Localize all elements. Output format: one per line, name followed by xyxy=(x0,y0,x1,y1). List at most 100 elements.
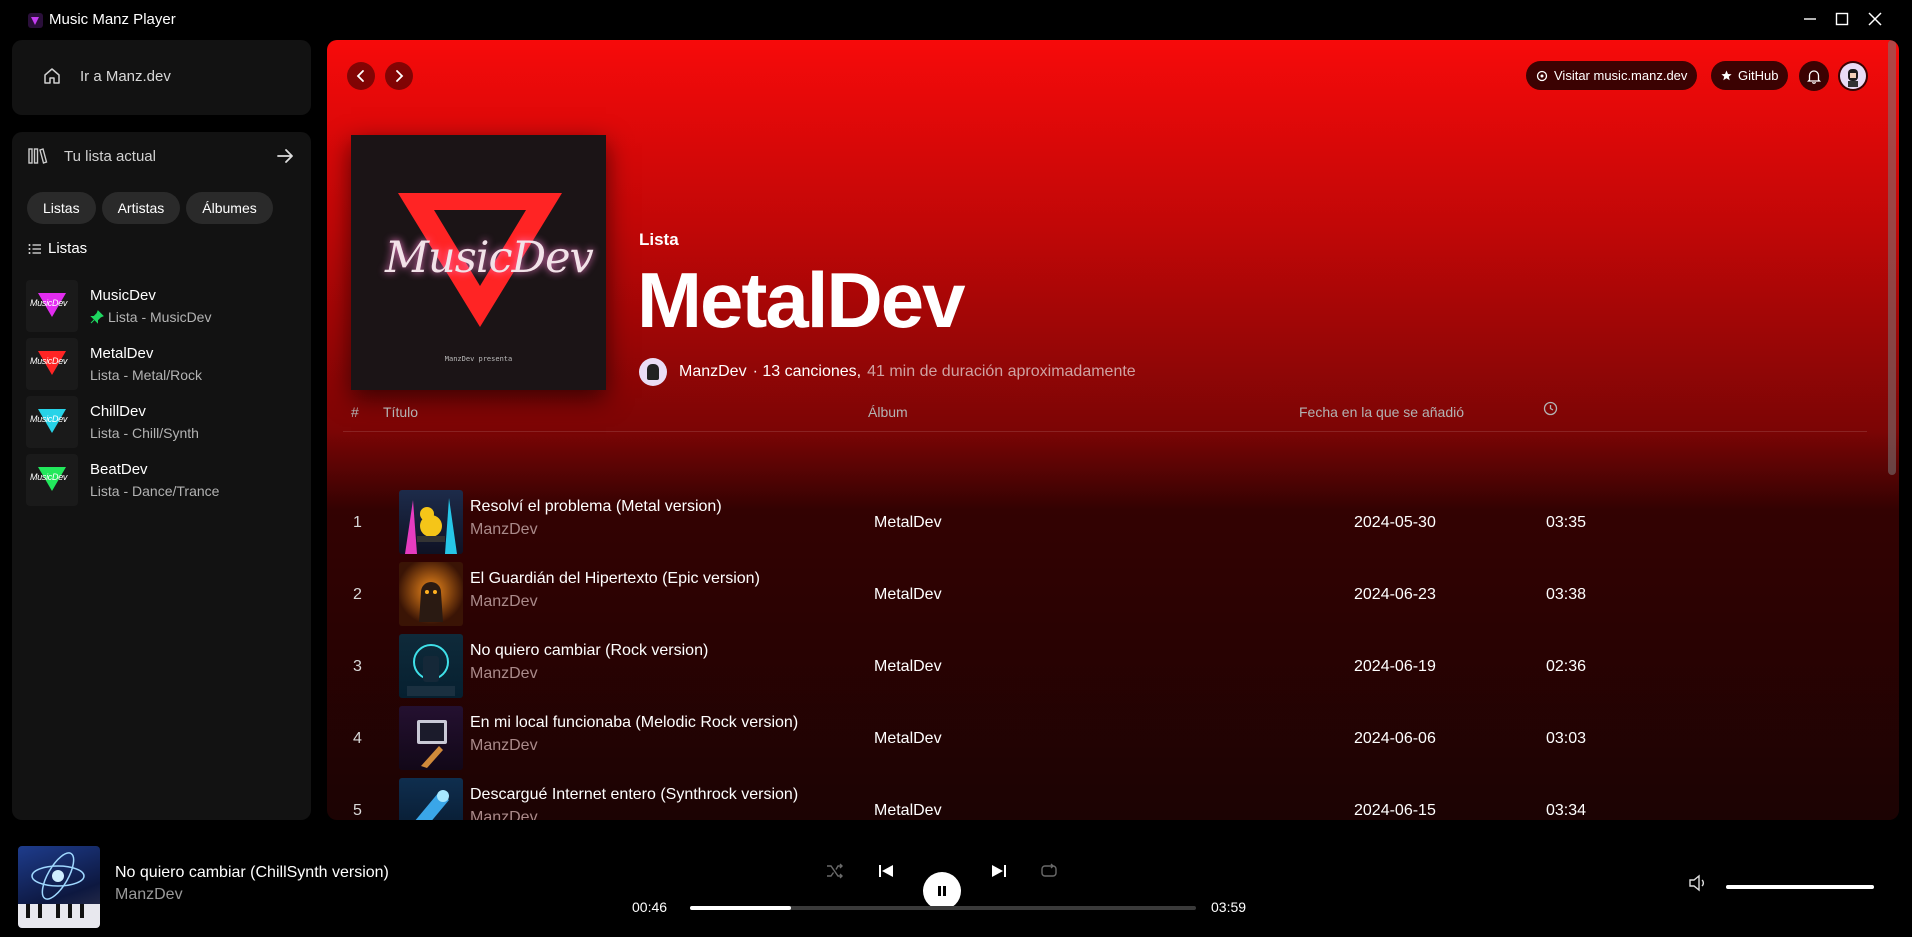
col-title: Título xyxy=(383,404,419,420)
playlist-cover: MusicDev xyxy=(26,396,78,448)
playlist-name: MusicDev xyxy=(90,287,156,304)
track-date-added: 2024-05-30 xyxy=(1354,514,1436,531)
target-icon xyxy=(1536,70,1548,81)
library-header: Tu lista actual xyxy=(28,146,295,166)
track-row[interactable]: 4 En mi local funcionaba (Melodic Rock v… xyxy=(343,706,1867,770)
next-button[interactable] xyxy=(990,862,1008,880)
playlist-title: MetalDev xyxy=(637,256,965,344)
col-number: # xyxy=(351,404,359,420)
track-date-added: 2024-06-19 xyxy=(1354,658,1436,675)
repeat-button[interactable] xyxy=(1040,862,1058,880)
back-button[interactable] xyxy=(347,62,375,90)
github-button[interactable]: GitHub xyxy=(1711,61,1789,90)
track-row[interactable]: 2 El Guardián del Hipertexto (Epic versi… xyxy=(343,562,1867,626)
lists-section-label: Listas xyxy=(28,240,87,257)
track-duration: 03:03 xyxy=(1546,730,1587,747)
playlist-cover: MusicDev xyxy=(26,454,78,506)
minimize-button[interactable] xyxy=(1795,6,1825,32)
maximize-button[interactable] xyxy=(1827,6,1857,32)
chevron-right-icon xyxy=(396,70,404,82)
main-scrollbar[interactable] xyxy=(1888,40,1896,475)
playlist-item-chilldev[interactable]: MusicDev ChillDev Lista - Chill/Synth xyxy=(26,393,301,451)
track-artist[interactable]: ManzDev xyxy=(470,809,538,820)
track-duration: 03:38 xyxy=(1546,586,1587,603)
track-row[interactable]: 3 No quiero cambiar (Rock version) ManzD… xyxy=(343,634,1867,698)
track-number: 3 xyxy=(353,658,362,675)
avatar-icon xyxy=(1840,63,1866,89)
play-pause-button[interactable] xyxy=(923,872,961,910)
volume-button[interactable] xyxy=(1688,874,1708,892)
track-row[interactable]: 5 Descargué Internet entero (Synthrock v… xyxy=(343,778,1867,820)
now-playing-cover xyxy=(18,846,100,928)
track-album[interactable]: MetalDev xyxy=(874,730,942,748)
track-title: No quiero cambiar (Rock version) xyxy=(470,642,709,659)
playlist-name: MetalDev xyxy=(90,345,154,362)
playlist-item-metaldev[interactable]: MusicDev MetalDev Lista - Metal/Rock xyxy=(26,335,301,393)
playlist-meta: ManzDev · 13 canciones, 41 min de duraci… xyxy=(639,358,1136,386)
track-artist[interactable]: ManzDev xyxy=(470,665,538,683)
chip-artistas[interactable]: Artistas xyxy=(101,192,181,224)
track-date-added: 2024-06-23 xyxy=(1354,586,1436,603)
track-album[interactable]: MetalDev xyxy=(874,658,942,676)
shuffle-button[interactable] xyxy=(826,862,844,880)
track-title: Resolví el problema (Metal version) xyxy=(470,498,722,515)
track-artist[interactable]: ManzDev xyxy=(470,521,538,539)
playlist-subtitle: Lista - Chill/Synth xyxy=(90,425,199,441)
playlist-cover-art: MusicDev ManzDev presenta xyxy=(351,135,606,390)
tracks-table-header: # Título Álbum Fecha en la que se añadió xyxy=(343,392,1867,432)
chip-listas[interactable]: Listas xyxy=(27,192,96,224)
library-panel: Tu lista actual Listas Artistas Álbumes … xyxy=(12,132,311,820)
col-date: Fecha en la que se añadió xyxy=(1299,404,1465,420)
notifications-button[interactable] xyxy=(1799,61,1829,91)
volume-icon xyxy=(1689,874,1704,892)
pause-icon xyxy=(938,886,946,896)
visit-site-button[interactable]: Visitar music.manz.dev xyxy=(1526,61,1698,90)
repeat-icon xyxy=(1041,863,1057,877)
track-title: El Guardián del Hipertexto (Epic version… xyxy=(470,570,760,587)
track-duration: 03:34 xyxy=(1546,802,1587,819)
forward-button[interactable] xyxy=(385,62,413,90)
track-number: 2 xyxy=(353,586,362,603)
track-thumbnail xyxy=(399,706,463,770)
volume-slider[interactable] xyxy=(1726,885,1874,889)
list-icon xyxy=(28,243,41,254)
playlist-item-beatdev[interactable]: MusicDev BeatDev Lista - Dance/Trance xyxy=(26,451,301,509)
playlist-item-musicdev[interactable]: MusicDev MusicDev Lista - MusicDev xyxy=(26,277,301,335)
window-title: Music Manz Player xyxy=(49,11,176,28)
chevron-left-icon xyxy=(356,70,364,82)
close-icon xyxy=(1868,12,1882,26)
track-thumbnail xyxy=(399,562,463,626)
owner-avatar xyxy=(639,358,667,386)
now-playing-title[interactable]: No quiero cambiar (ChillSynth version) xyxy=(115,864,389,882)
previous-button[interactable] xyxy=(877,862,895,880)
home-icon xyxy=(44,68,60,84)
user-avatar[interactable] xyxy=(1838,61,1868,91)
home-link[interactable]: Ir a Manz.dev xyxy=(42,66,171,86)
playlist-cover: MusicDev xyxy=(26,280,78,332)
chip-albumes[interactable]: Álbumes xyxy=(186,192,273,224)
track-album[interactable]: MetalDev xyxy=(874,514,942,532)
progress-bar[interactable] xyxy=(690,906,1196,910)
arrow-right-icon[interactable] xyxy=(275,146,295,166)
track-thumbnail xyxy=(399,778,463,820)
now-playing-artist[interactable]: ManzDev xyxy=(115,886,183,904)
track-duration: 03:35 xyxy=(1546,514,1587,531)
track-duration: 02:36 xyxy=(1546,658,1587,675)
track-thumbnail xyxy=(399,490,463,554)
cover-credit-text: ManzDev presenta xyxy=(444,355,513,363)
library-filter-chips: Listas Artistas Álbumes xyxy=(27,192,273,224)
progress-fill xyxy=(690,906,792,910)
visit-site-label: Visitar music.manz.dev xyxy=(1554,68,1688,83)
playlist-name: ChillDev xyxy=(90,403,146,420)
track-artist[interactable]: ManzDev xyxy=(470,737,538,755)
playlist-duration: 41 min de duración aproximadamente xyxy=(867,363,1136,380)
total-time: 03:59 xyxy=(1211,899,1247,915)
owner-name[interactable]: ManzDev xyxy=(679,363,747,381)
track-album[interactable]: MetalDev xyxy=(874,586,942,604)
app-logo-icon xyxy=(28,13,43,28)
track-album[interactable]: MetalDev xyxy=(874,802,942,820)
track-artist[interactable]: ManzDev xyxy=(470,593,538,611)
skip-back-icon xyxy=(879,865,893,877)
track-row[interactable]: 1 Resolví el problema (Metal version) Ma… xyxy=(343,490,1867,554)
close-button[interactable] xyxy=(1860,6,1890,32)
